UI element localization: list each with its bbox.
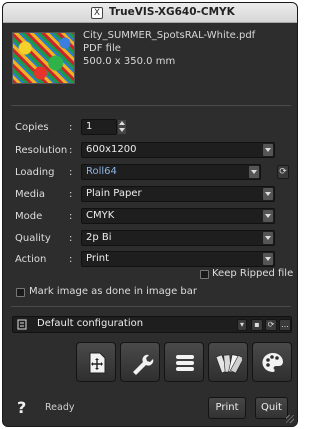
configuration-label: Default configuration: [37, 318, 144, 329]
app-icon: X: [91, 7, 103, 19]
mode-value: CMYK: [86, 210, 115, 221]
action-label: Action: [15, 254, 47, 265]
chevron-down-icon[interactable]: [263, 144, 273, 156]
chevron-down-icon[interactable]: [249, 166, 259, 178]
chevron-down-icon[interactable]: [263, 232, 273, 244]
help-button[interactable]: ?: [17, 398, 26, 417]
loading-select[interactable]: Roll64: [81, 164, 261, 180]
refresh-icon[interactable]: ⟳: [265, 319, 277, 331]
quality-value: 2p Bi: [86, 232, 112, 243]
settings-button[interactable]: [120, 342, 160, 382]
divider: [11, 306, 291, 307]
colon: :: [69, 211, 73, 222]
configuration-select[interactable]: Default configuration ▾ ▪ ⟳ ...: [12, 316, 292, 333]
mark-done-checkbox[interactable]: [16, 288, 25, 297]
chevron-down-icon[interactable]: [263, 253, 273, 265]
keep-ripped-checkbox[interactable]: [200, 270, 209, 279]
chevron-down-icon[interactable]: [263, 188, 273, 200]
resolution-select[interactable]: 600x1200: [81, 142, 275, 158]
divider: [11, 105, 291, 106]
more-button[interactable]: ...: [279, 319, 291, 331]
window-title: TrueVIS-XG640-CMYK: [109, 6, 235, 18]
copies-label: Copies: [15, 122, 49, 133]
quit-button[interactable]: Quit: [255, 397, 288, 419]
stepper-down-icon[interactable]: [118, 127, 126, 134]
loading-value: Roll64: [86, 166, 117, 177]
palette-icon: [262, 353, 283, 372]
color-management-button[interactable]: [252, 342, 292, 382]
wrench-icon: [133, 354, 154, 375]
list-icon: [176, 355, 194, 371]
refresh-icon[interactable]: ⟳: [277, 165, 289, 179]
save-icon[interactable]: ▪: [251, 319, 263, 331]
configuration-icon: [17, 319, 27, 330]
loading-label: Loading: [15, 167, 55, 178]
media-select[interactable]: Plain Paper: [81, 186, 275, 202]
media-value: Plain Paper: [86, 188, 142, 199]
copies-stepper[interactable]: [118, 120, 126, 134]
layout-icon: [89, 352, 106, 374]
keep-ripped-label: Keep Ripped file: [212, 268, 294, 279]
chevron-down-icon[interactable]: ▾: [237, 319, 247, 331]
action-value: Print: [86, 253, 110, 264]
colon: :: [69, 167, 73, 178]
colon: :: [69, 233, 73, 244]
layout-button[interactable]: [76, 342, 116, 382]
mark-done-label: Mark image as done in image bar: [29, 286, 198, 297]
copies-input[interactable]: 1: [81, 119, 117, 135]
resolution-label: Resolution: [15, 145, 68, 156]
print-button[interactable]: Print: [208, 397, 246, 419]
title-bar[interactable]: X TrueVIS-XG640-CMYK: [3, 3, 297, 23]
mode-label: Mode: [15, 211, 43, 222]
chevron-down-icon[interactable]: [263, 210, 273, 222]
file-name: City_SUMMER_SpotsRAL-White.pdf: [83, 30, 256, 41]
colon: :: [69, 189, 73, 200]
mode-select[interactable]: CMYK: [81, 208, 275, 224]
colon: :: [69, 122, 73, 133]
status-text: Ready: [45, 402, 75, 413]
file-type: PDF file: [83, 43, 121, 54]
resize-grip-icon[interactable]: [286, 415, 294, 423]
trueVIS-dialog: X TrueVIS-XG640-CMYK City_SUMMER_SpotsRA…: [2, 2, 298, 427]
quality-label: Quality: [15, 233, 51, 244]
swatch-icon: [216, 354, 242, 374]
colon: :: [69, 254, 73, 265]
media-label: Media: [15, 189, 46, 200]
file-size: 500.0 x 350.0 mm: [83, 56, 176, 67]
file-thumbnail: [12, 32, 75, 84]
resolution-value: 600x1200: [86, 144, 137, 155]
stepper-up-icon[interactable]: [118, 120, 126, 127]
quality-select[interactable]: 2p Bi: [81, 230, 275, 246]
color-swatch-button[interactable]: [208, 342, 248, 382]
queue-button[interactable]: [164, 342, 204, 382]
colon: :: [69, 145, 73, 156]
action-select[interactable]: Print: [81, 251, 275, 267]
